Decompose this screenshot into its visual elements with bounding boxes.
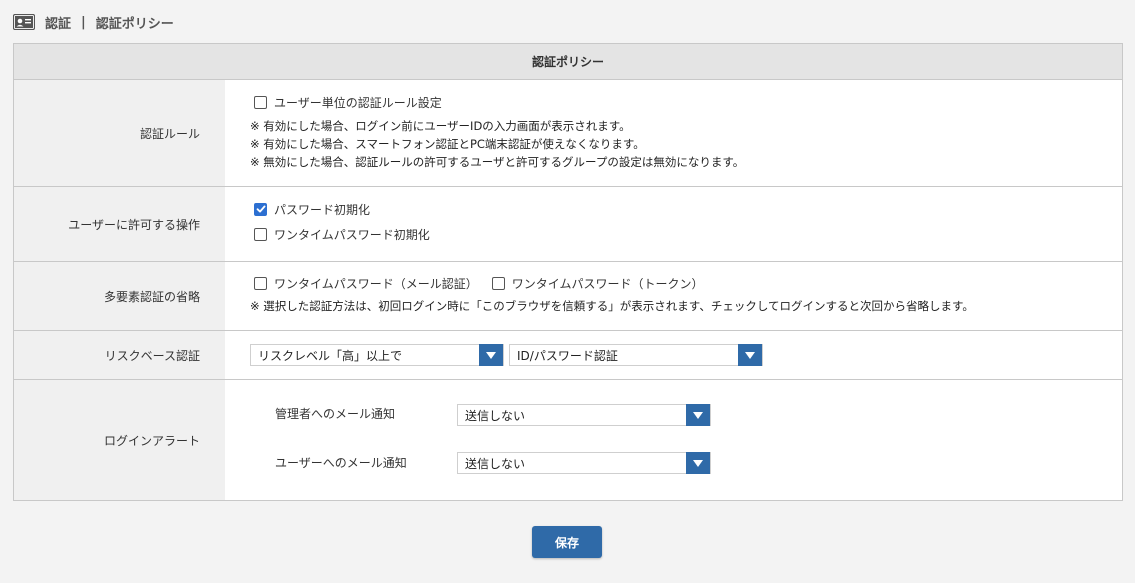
auth-rule-note-1: ※ 有効にした場合、ログイン前にユーザーIDの入力画面が表示されます。 (250, 119, 631, 133)
auth-method-value: ID/パスワード認証 (517, 348, 618, 363)
otp-token-option[interactable]: ワンタイムパスワード（トークン） (491, 273, 704, 293)
risk-based-label: リスクベース認証 (14, 331, 225, 379)
admin-email-notify-label: 管理者へのメール通知 (275, 407, 396, 421)
login-alert-label: ログインアラート (14, 380, 225, 500)
risk-level-value: リスクレベル「高」以上で (258, 348, 403, 363)
mfa-skip-label: 多要素認証の省略 (14, 262, 225, 330)
save-button[interactable]: 保存 (532, 526, 602, 558)
panel-title: 認証ポリシー (14, 44, 1122, 80)
admin-email-notify-value: 送信しない (465, 408, 526, 423)
auth-rule-row: 認証ルール ユーザー単位の認証ルール設定 ※ 有効にした場合、ログイン前にユーザ… (14, 80, 1122, 187)
auth-rule-note-3: ※ 無効にした場合、認証ルールの許可するユーザと許可するグループの設定は無効にな… (250, 155, 745, 169)
check-icon (256, 205, 265, 213)
auth-rule-checkbox-line[interactable]: ユーザー単位の認証ルール設定 (254, 92, 1122, 112)
password-reset-checkbox[interactable] (254, 202, 267, 216)
auth-method-select[interactable]: ID/パスワード認証 (509, 344, 763, 366)
chevron-down-icon[interactable] (479, 344, 503, 366)
otp-email-option[interactable]: ワンタイムパスワード（メール認証） (254, 273, 478, 293)
breadcrumb-current: 認証ポリシー (95, 16, 174, 32)
auth-rule-note-2: ※ 有効にした場合、スマートフォン認証とPC端末認証が使えなくなります。 (250, 137, 645, 151)
user-auth-rule-checkbox[interactable] (254, 95, 267, 109)
breadcrumb-section[interactable]: 認証 (45, 13, 71, 32)
id-card-icon (12, 13, 36, 31)
risk-level-select[interactable]: リスクレベル「高」以上で (250, 344, 504, 366)
chevron-down-icon[interactable] (686, 404, 710, 426)
breadcrumb: 認証 | 認証ポリシー (12, 12, 174, 32)
breadcrumb-separator: | (81, 14, 86, 30)
admin-email-notify-select[interactable]: 送信しない (457, 404, 711, 426)
user-email-notify-select[interactable]: 送信しない (457, 452, 711, 474)
auth-policy-panel: 認証ポリシー 認証ルール ユーザー単位の認証ルール設定 ※ 有効にした場合、ログ… (13, 43, 1123, 501)
login-alert-row: ログインアラート 管理者へのメール通知 送信しない ユーザーへのメール通知 送信… (14, 380, 1122, 500)
password-reset-label: パスワード初期化 (274, 202, 371, 217)
otp-reset-label: ワンタイムパスワード初期化 (274, 227, 430, 242)
otp-email-label: ワンタイムパスワード（メール認証） (274, 276, 478, 291)
chevron-down-icon[interactable] (738, 344, 762, 366)
otp-reset-checkbox[interactable] (254, 227, 267, 241)
mfa-skip-note: ※ 選択した認証方法は、初回ログイン時に「このブラウザを信頼する」が表示されます… (250, 299, 974, 313)
user-email-notify-value: 送信しない (465, 456, 526, 471)
auth-rule-label: 認証ルール (14, 80, 225, 186)
user-email-notify-label: ユーザーへのメール通知 (275, 456, 407, 470)
otp-token-checkbox[interactable] (491, 276, 505, 290)
chevron-down-icon[interactable] (686, 452, 710, 474)
otp-email-checkbox[interactable] (254, 276, 267, 290)
user-ops-label: ユーザーに許可する操作 (14, 187, 225, 261)
otp-reset-option[interactable]: ワンタイムパスワード初期化 (254, 224, 1122, 244)
risk-based-row: リスクベース認証 リスクレベル「高」以上で ID/パスワード認証 (14, 331, 1122, 380)
mfa-skip-row: 多要素認証の省略 ワンタイムパスワード（メール認証） ワンタイムパスワード（トー… (14, 262, 1122, 331)
otp-token-label: ワンタイムパスワード（トークン） (511, 276, 704, 291)
user-auth-rule-checkbox-label: ユーザー単位の認証ルール設定 (274, 95, 442, 110)
password-reset-option[interactable]: パスワード初期化 (254, 199, 1122, 219)
user-ops-row: ユーザーに許可する操作 パスワード初期化 ワンタイムパスワード初期化 (14, 187, 1122, 262)
